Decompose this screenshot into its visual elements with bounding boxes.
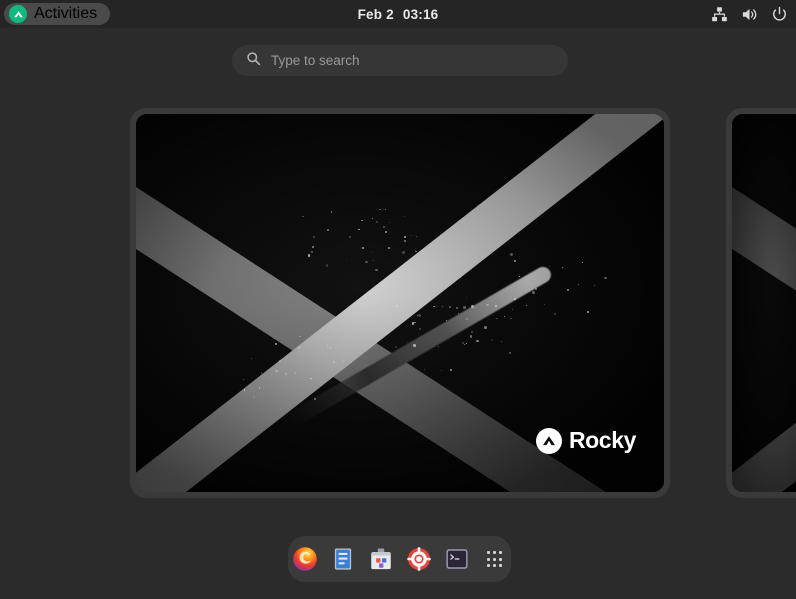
rocky-logo-icon bbox=[9, 5, 27, 23]
workspace-next[interactable] bbox=[726, 108, 796, 498]
wired-network-icon[interactable] bbox=[710, 5, 728, 23]
dock-item-terminal[interactable] bbox=[443, 545, 471, 573]
status-area[interactable] bbox=[710, 0, 788, 28]
top-bar: Activities Feb 2 03:16 bbox=[0, 0, 796, 28]
app-grid-icon bbox=[487, 551, 502, 566]
search-input[interactable]: Type to search bbox=[232, 45, 568, 76]
dock-item-help[interactable] bbox=[405, 545, 433, 573]
workspace-next-screen[interactable] bbox=[732, 114, 796, 492]
clock-date: Feb 2 bbox=[358, 7, 394, 22]
clock-button[interactable]: Feb 2 03:16 bbox=[358, 7, 439, 22]
clock-time: 03:16 bbox=[403, 7, 439, 22]
rocky-logo-icon bbox=[536, 428, 562, 454]
wallpaper: Rocky bbox=[136, 114, 664, 492]
search-icon bbox=[246, 51, 261, 71]
wallpaper-vignette bbox=[732, 114, 796, 492]
wallpaper-brand-text: Rocky bbox=[569, 427, 636, 454]
workspace-active[interactable]: Rocky bbox=[130, 108, 670, 498]
clock-area: Feb 2 03:16 bbox=[0, 0, 796, 28]
dock-item-text-editor[interactable] bbox=[329, 545, 357, 573]
activities-button[interactable]: Activities bbox=[4, 3, 110, 25]
workspace-active-screen[interactable]: Rocky bbox=[136, 114, 664, 492]
dock[interactable] bbox=[288, 536, 511, 582]
gnome-overview: Activities Feb 2 03:16 Type to search Ro… bbox=[0, 0, 796, 599]
dock-item-firefox[interactable] bbox=[291, 545, 319, 573]
dock-item-software[interactable] bbox=[367, 545, 395, 573]
volume-icon[interactable] bbox=[740, 5, 758, 23]
search-placeholder: Type to search bbox=[271, 53, 360, 68]
activities-label: Activities bbox=[34, 5, 97, 23]
wallpaper-next bbox=[732, 114, 796, 492]
wallpaper-brand: Rocky bbox=[536, 427, 636, 454]
power-icon[interactable] bbox=[770, 5, 788, 23]
workspace-thumbnails: Rocky bbox=[0, 108, 796, 506]
dock-item-show-apps[interactable] bbox=[481, 545, 509, 573]
